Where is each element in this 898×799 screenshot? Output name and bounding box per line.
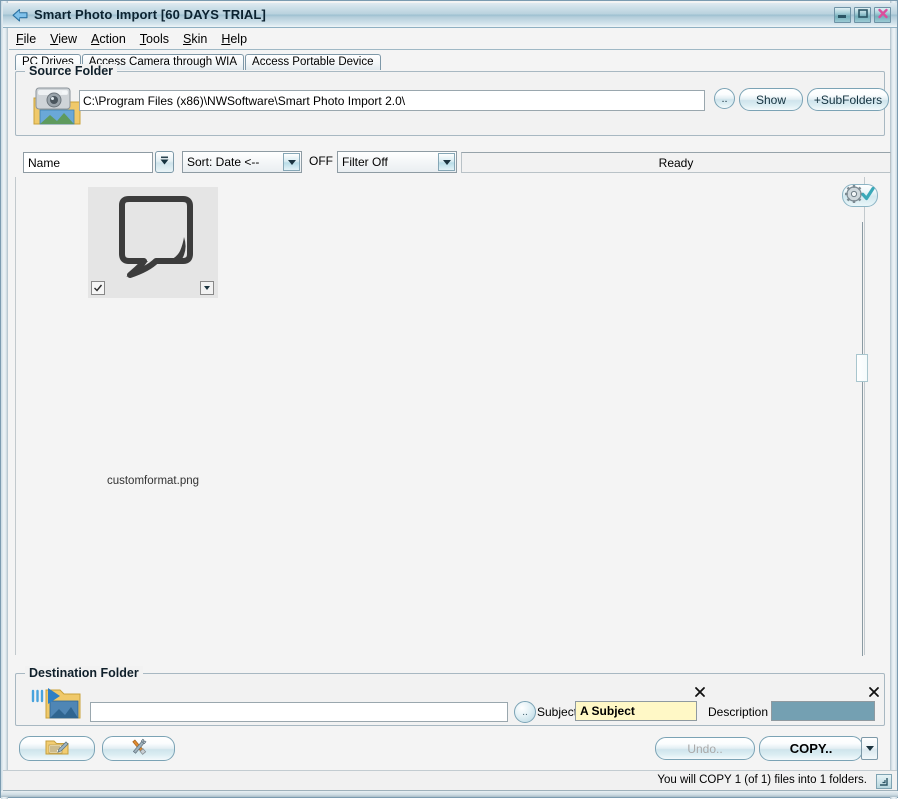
source-folder-legend: Source Folder [25,64,117,78]
thumbnail-panel[interactable]: customformat.png [15,177,865,655]
window-frame-right [890,1,897,799]
subfolders-button-label: +SubFolders [814,93,882,107]
destination-browse-label: .. [522,707,528,718]
camera-folder-icon [30,84,84,128]
copy-options-dropdown[interactable] [861,737,878,760]
thumbnail-size-slider-track[interactable] [862,222,863,656]
source-path-input[interactable] [79,90,705,111]
menu-item-tools[interactable]: Tools [133,31,176,48]
undo-button[interactable]: Undo.. [655,737,755,760]
show-button-label: Show [756,93,786,107]
sort-combo[interactable]: Sort: Date <-- [182,151,302,173]
thumbnail-filename: customformat.png [73,475,233,487]
description-input[interactable] [771,701,875,721]
window-frame-left [1,1,8,799]
gear-check-icon [845,185,875,206]
subject-clear-button[interactable] [693,685,706,698]
thumbnail-dropdown-button[interactable] [200,281,214,295]
source-browse-label: .. [721,93,727,105]
back-arrow-icon[interactable] [11,7,29,24]
folder-edit-icon [44,737,70,760]
resize-grip-icon[interactable] [876,774,892,789]
chevron-down-icon [443,160,451,165]
source-folder-group: Source Folder .. Show +SubFolders [15,71,885,136]
source-browse-button[interactable]: .. [714,88,735,109]
destination-path-input[interactable] [90,702,508,722]
speech-bubble-icon [104,191,204,294]
sort-combo-value: Sort: Date <-- [187,155,259,169]
close-button[interactable] [874,7,891,23]
destination-browse-button[interactable]: .. [514,701,536,723]
filter-combo-arrow[interactable] [438,153,455,171]
description-label: Description [708,705,768,719]
show-button[interactable]: Show [739,88,803,111]
name-dropdown-button[interactable] [155,151,174,173]
tools-icon [127,737,151,760]
menu-item-view[interactable]: View [43,31,84,48]
title-bar[interactable]: Smart Photo Import [60 DAYS TRIAL] [3,3,897,28]
window-title: Smart Photo Import [60 DAYS TRIAL] [34,7,266,22]
status-bar-message: You will COPY 1 (of 1) files into 1 fold… [657,774,867,786]
close-icon [876,8,889,23]
destination-folder-legend: Destination Folder [25,666,143,680]
description-clear-button[interactable] [867,685,880,698]
tools-button[interactable] [102,736,175,761]
import-folder-icon [30,682,82,722]
chevron-down-icon [288,160,296,165]
maximize-button[interactable] [854,7,871,23]
name-input[interactable] [23,152,153,173]
minimize-button[interactable] [834,7,851,23]
thumbnail-checkbox[interactable] [91,281,105,295]
close-x-icon [694,686,706,698]
sort-combo-arrow[interactable] [283,153,300,171]
copy-button-label: COPY.. [790,741,833,756]
filter-off-indicator: OFF [309,154,333,168]
subfolders-button[interactable]: +SubFolders [807,88,889,111]
check-icon [93,283,103,293]
thumbnail-item[interactable] [88,187,218,298]
menu-item-help[interactable]: Help [214,31,254,48]
filter-combo[interactable]: Filter Off [337,151,457,173]
thumbnail-size-slider-thumb[interactable] [856,354,868,382]
destination-folder-group: Destination Folder .. Subject [15,673,885,726]
triangle-down-icon [866,746,874,751]
menu-item-file[interactable]: FFileile [9,31,43,48]
triangle-down-icon [204,286,210,290]
close-x-icon [868,686,880,698]
subject-label: Subject [537,705,577,719]
sort-filter-toolbar: Sort: Date <-- OFF Filter Off Ready [15,151,885,175]
minimize-icon [836,8,849,23]
copy-button[interactable]: COPY.. [759,736,863,761]
menu-item-skin[interactable]: Skin [176,31,214,48]
subject-input[interactable] [575,701,697,721]
status-field: Ready [461,152,891,173]
menu-bar: FFileile View Action Tools Skin Help [9,30,891,50]
window-controls [834,7,891,23]
maximize-icon [856,8,869,23]
open-folder-button[interactable] [19,736,95,761]
menu-item-action[interactable]: Action [84,31,133,48]
undo-button-label: Undo.. [687,742,722,756]
tab-access-portable-device[interactable]: Access Portable Device [245,54,380,70]
chevron-down-icon [158,155,171,170]
application-window: Smart Photo Import [60 DAYS TRIAL] [0,0,898,798]
status-bar: You will COPY 1 (of 1) files into 1 fold… [3,770,897,791]
filter-combo-value: Filter Off [342,155,388,169]
thumbnail-settings-button[interactable] [842,184,878,207]
window-frame-bottom [1,791,898,797]
